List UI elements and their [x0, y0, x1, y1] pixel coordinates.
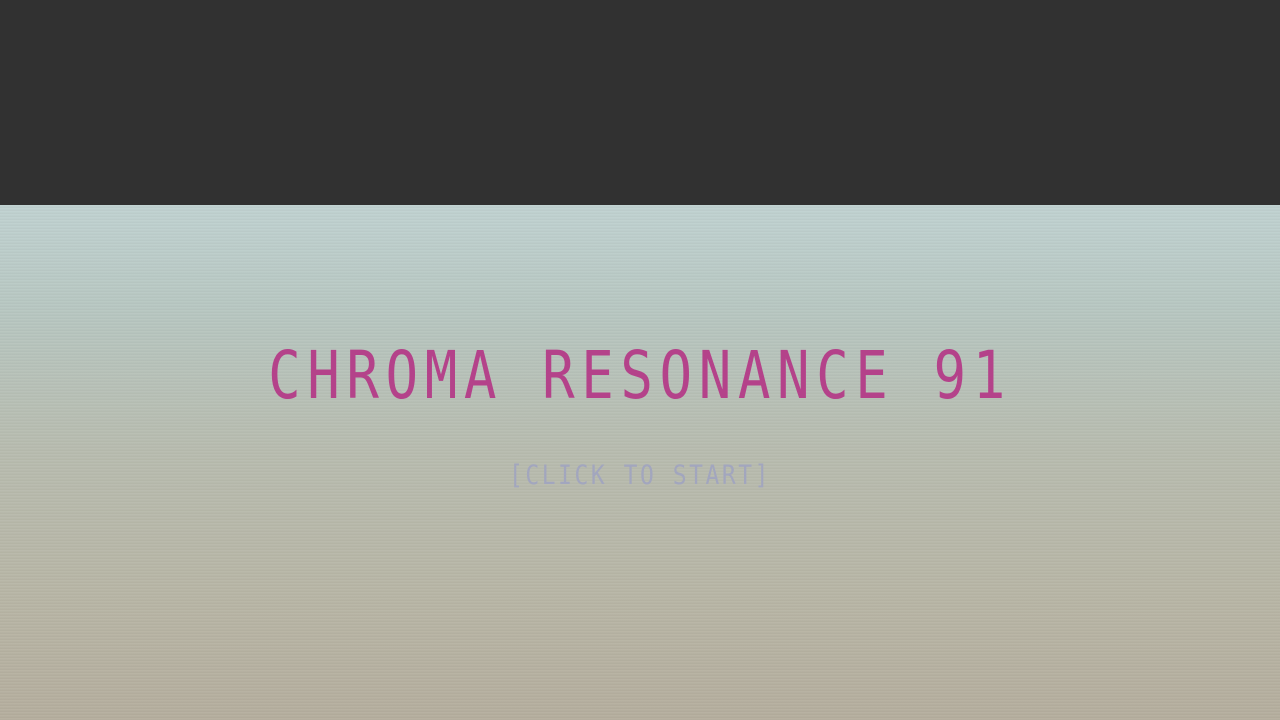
top-dark-bar [0, 0, 1280, 205]
click-to-start-prompt[interactable]: [CLICK TO START] [96, 458, 1184, 494]
game-title-screen[interactable]: CHROMA RESONANCE 91 [CLICK TO START] [0, 205, 1280, 720]
game-title: CHROMA RESONANCE 91 [268, 337, 1012, 414]
